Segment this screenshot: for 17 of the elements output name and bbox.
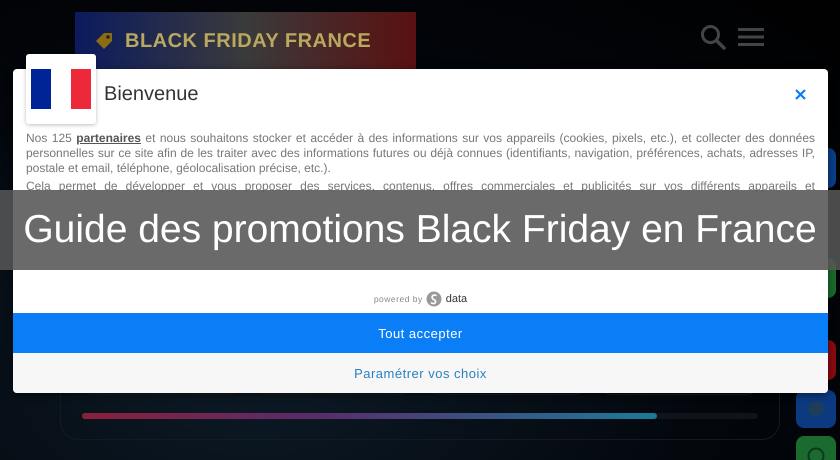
brand-name: data — [446, 293, 468, 305]
site-logo[interactable]: BLACK FRIDAY FRANCE — [75, 12, 416, 70]
menu-icon[interactable] — [738, 26, 764, 48]
consent-paragraph: Cela permet de développer et vous proposer des services, contenus, offres commerciales et publicités sur vos différents appareils et — [26, 179, 815, 194]
close-icon — [795, 88, 806, 100]
powered-by-label: powered by — [374, 294, 423, 304]
phone-bubble-icon — [807, 447, 825, 460]
dialog-title: Bienvenue — [104, 82, 199, 106]
brand-logo-icon — [426, 291, 442, 307]
chat-bubble-icon — [807, 400, 825, 418]
flag-icon — [31, 69, 91, 109]
search-icon[interactable] — [700, 24, 726, 50]
accept-all-button[interactable]: Tout accepter — [13, 313, 828, 353]
consent-paragraph: Nos 125 partenaires et nous souhaitons stocker et accéder à des informations sur vos appareils (cookies, pixels, etc.), et collecter des données personnelles sur ce site afin de les traiter avec des informations futures ou déjà connues (identifiants, navigation, préférences, achats, adresses IP, postale et email, téléphone, géolocalisation précise, etc.). — [26, 131, 815, 176]
page-title: Guide des promotions Black Friday en France — [23, 208, 817, 252]
settings-button[interactable]: Paramétrer vos choix — [13, 353, 828, 393]
partners-link[interactable]: partenaires — [76, 131, 141, 145]
